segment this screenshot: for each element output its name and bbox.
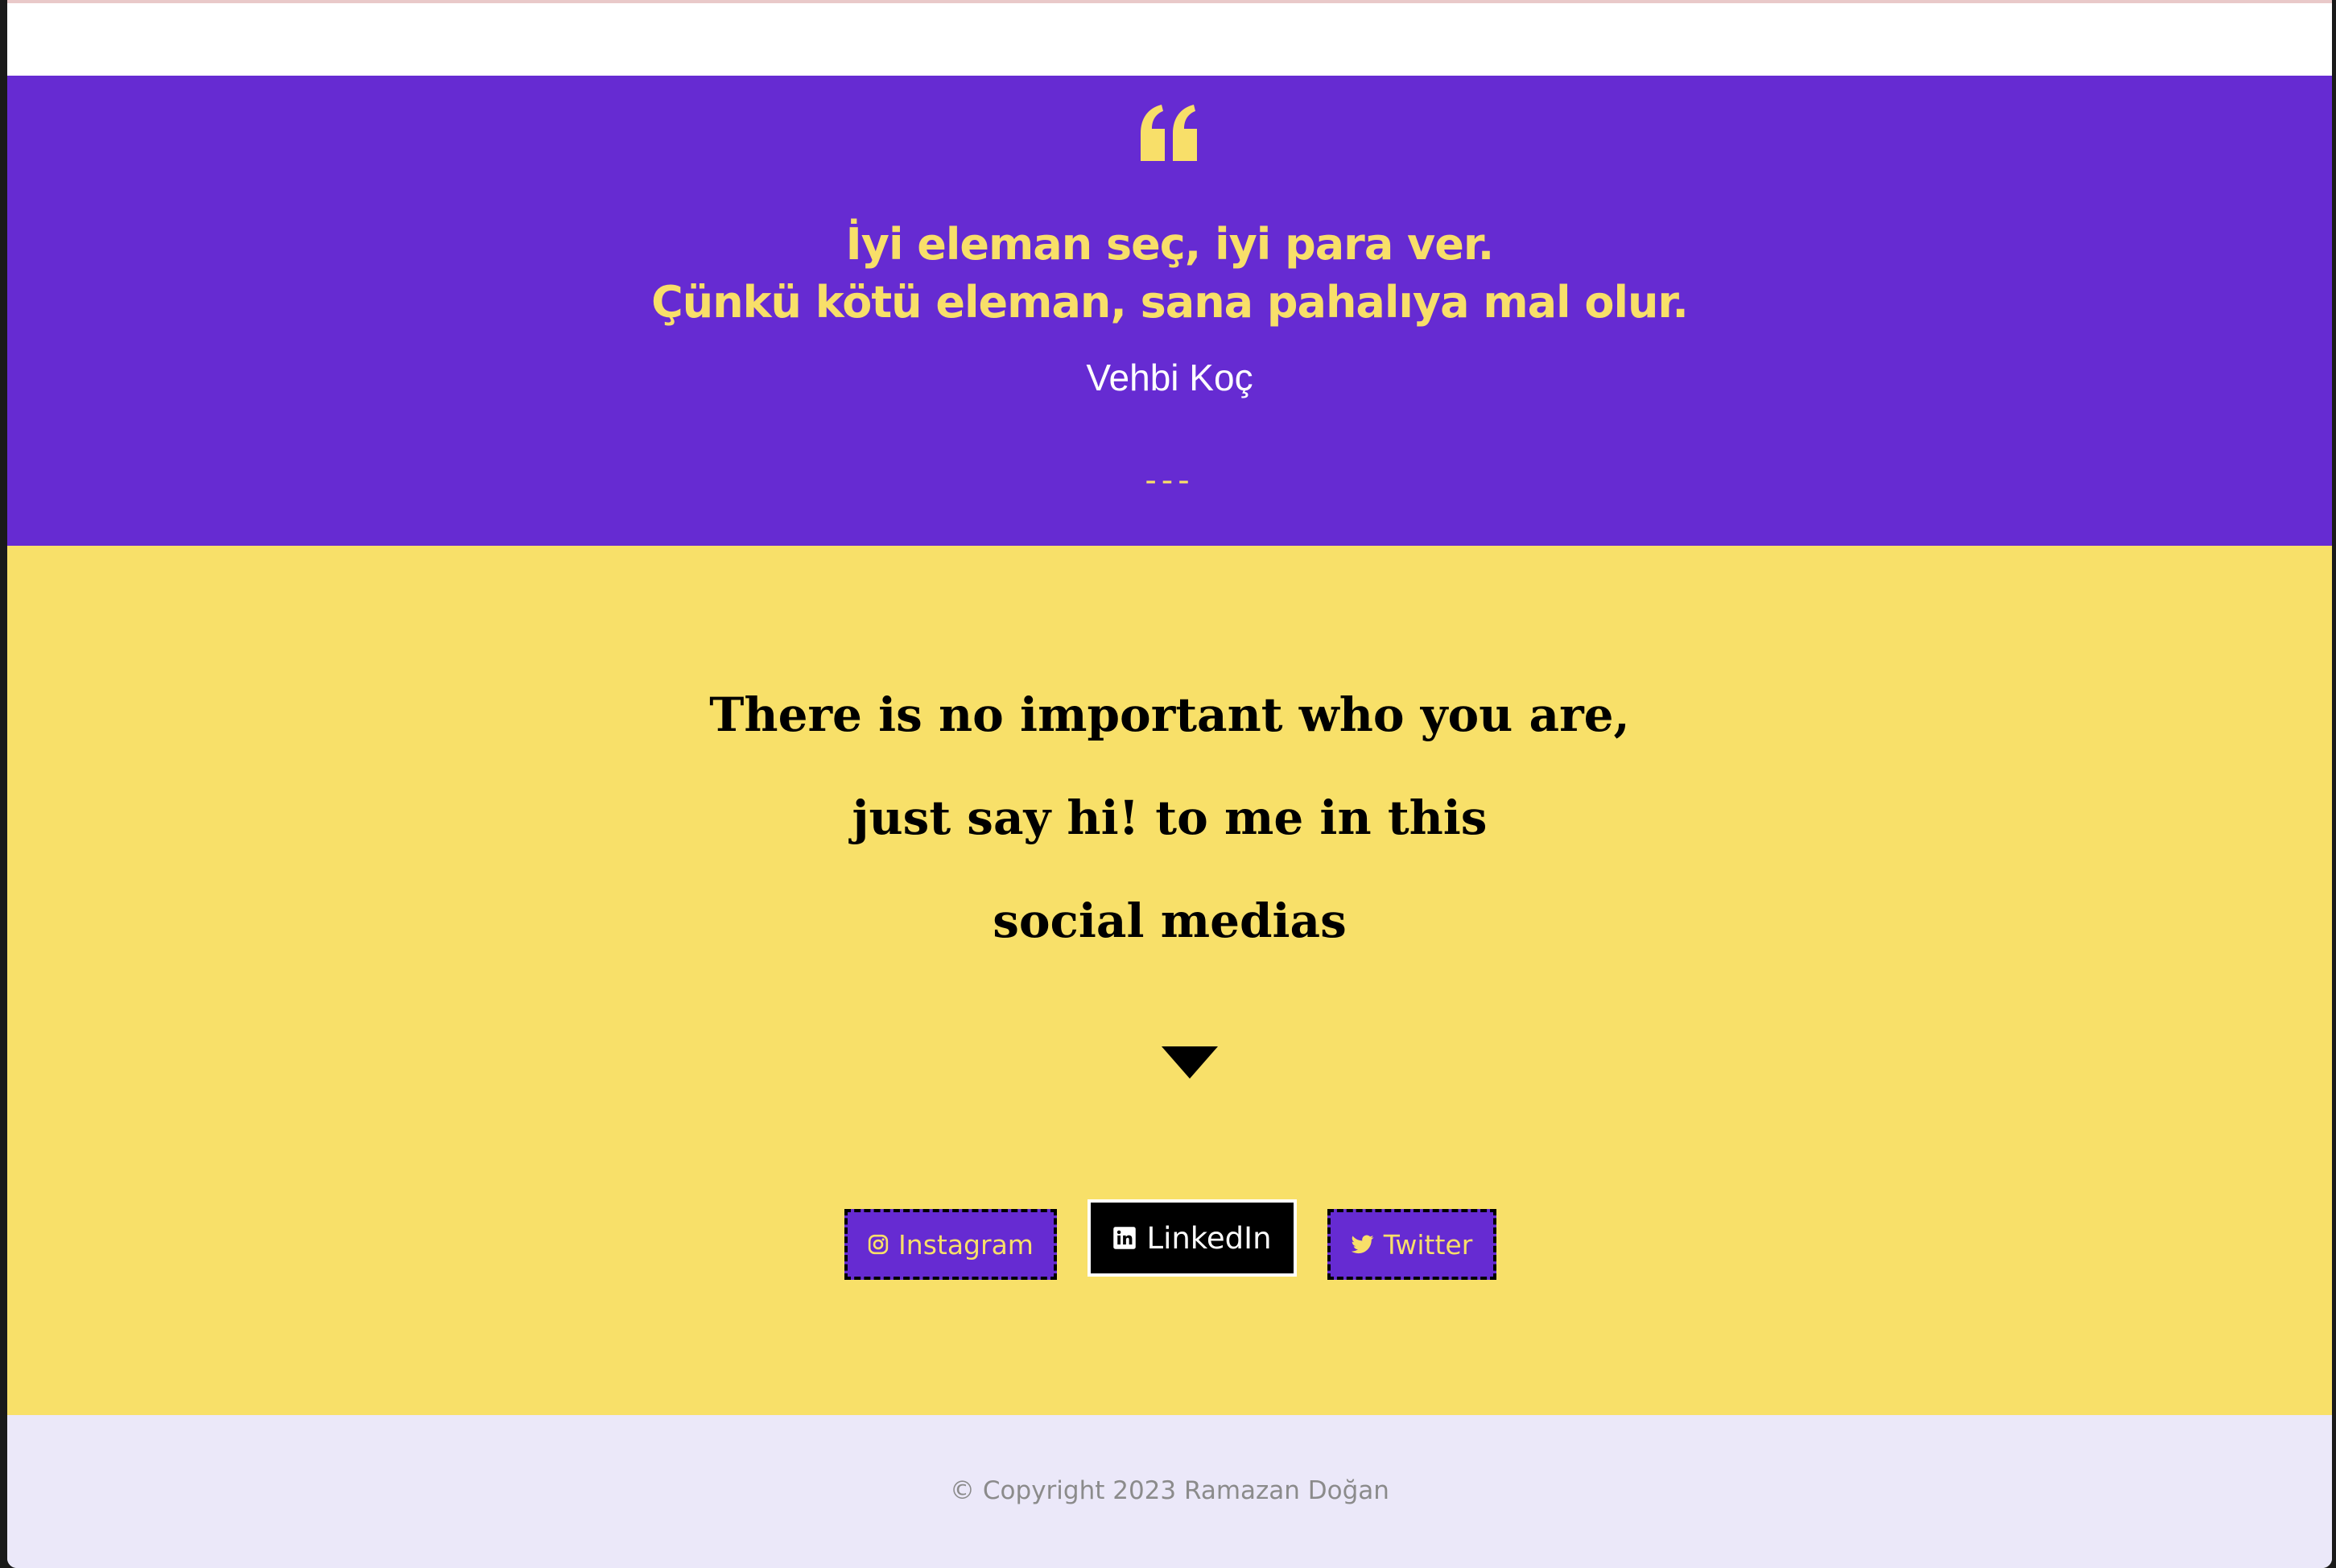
instagram-button-label: Instagram (898, 1228, 1034, 1261)
copyright-text: © Copyright 2023 Ramazan Doğan (950, 1476, 1389, 1505)
linkedin-icon (1113, 1227, 1137, 1249)
linkedin-button-label: LinkedIn (1146, 1220, 1272, 1256)
social-heading: There is no important who you are, just … (7, 663, 2332, 972)
quote-section: İyi eleman seç, iyi para ver. Çünkü kötü… (7, 76, 2332, 546)
caret-down-icon (1162, 1046, 1218, 1079)
page-frame: İyi eleman seç, iyi para ver. Çünkü kötü… (7, 0, 2332, 1568)
instagram-button[interactable]: Instagram (844, 1209, 1057, 1280)
quote-author: Vehbi Koç (1086, 357, 1253, 398)
quote-divider: --- (1145, 462, 1195, 499)
quote-text: İyi eleman seç, iyi para ver. Çünkü kötü… (7, 216, 2332, 332)
quote-line: Çünkü kötü eleman, sana pahalıya mal olu… (651, 277, 1689, 328)
twitter-button[interactable]: Twitter (1327, 1209, 1496, 1280)
twitter-icon (1351, 1235, 1374, 1254)
instagram-icon (868, 1234, 889, 1255)
social-heading-line: social medias (993, 893, 1347, 948)
social-heading-line: There is no important who you are, (709, 687, 1630, 742)
social-heading-line: just say hi! to me in this (852, 790, 1488, 845)
top-strip (7, 3, 2332, 76)
linkedin-button[interactable]: LinkedIn (1088, 1199, 1297, 1277)
quote-line: İyi eleman seç, iyi para ver. (845, 219, 1495, 270)
social-section: There is no important who you are, just … (7, 546, 2332, 1415)
quote-left-icon (1141, 105, 1197, 161)
footer: © Copyright 2023 Ramazan Doğan (7, 1415, 2332, 1568)
twitter-button-label: Twitter (1383, 1228, 1473, 1261)
